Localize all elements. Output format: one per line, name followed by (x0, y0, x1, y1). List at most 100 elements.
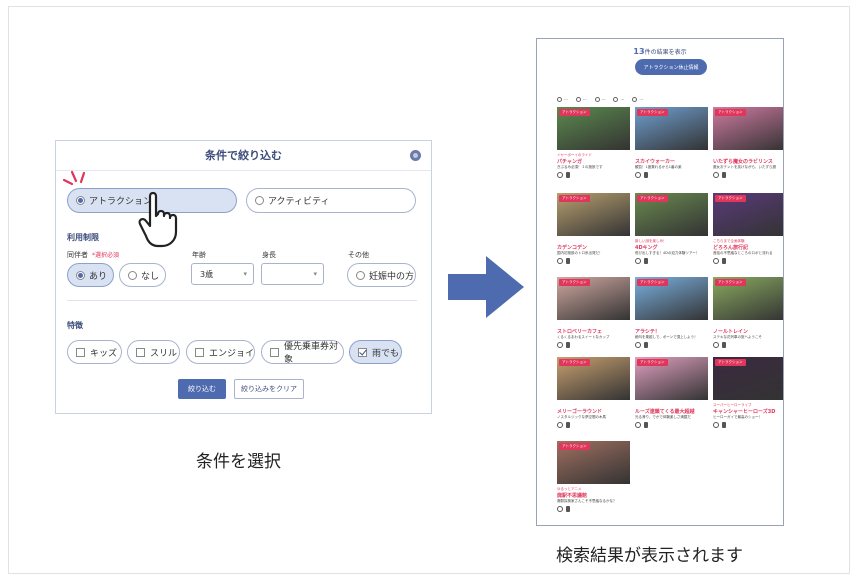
card-title[interactable]: メリーゴーラウンド (557, 408, 630, 415)
card-tag: アトラクション (559, 443, 590, 450)
card-icons (713, 422, 783, 428)
result-card[interactable]: アトラクション ゆるっとアニメ 廃駅不思議館 廃駅探検家さんこそ不思議なるかな？ (557, 441, 630, 512)
feature-priority-ticket[interactable]: 優先乗車券対象 (261, 340, 344, 365)
legend-item: ··· (632, 96, 643, 102)
result-card[interactable]: アトラクション ルーズ連鎖てくる最大超越 光る滑り、でかで体験楽しさ満載だ (635, 357, 708, 428)
result-card[interactable]: アトラクション カデンコデン 国内初施設のトロ系出発だ！ (557, 193, 630, 264)
height-select[interactable]: ▾ (261, 263, 324, 285)
card-thumbnail: アトラクション (713, 357, 783, 400)
card-tag: アトラクション (715, 359, 746, 366)
result-card[interactable]: アトラクション イヤーボーイのライド パチャンガ ぎぶるみ必須！１の施設です (557, 107, 630, 178)
companion-icon (557, 258, 563, 264)
card-description: 昔話の不思議なところのロボと流れる (713, 251, 773, 255)
required-note: *選択必須 (92, 252, 120, 259)
clear-filter-button[interactable]: 絞り込みをクリア (234, 379, 304, 399)
closure-info-button[interactable]: アトラクション休止情報 (635, 59, 707, 75)
feature-priority-ticket-label: 優先乗車券対象 (284, 342, 339, 365)
card-description: 飛び出しすぎる！4Dの迫力体験ツアー！ (635, 251, 700, 255)
person-icon (644, 258, 648, 264)
card-thumbnail: アトラクション (557, 441, 630, 484)
card-icons (635, 172, 708, 178)
companion-label-text: 同伴者 (67, 251, 88, 259)
result-card[interactable]: アトラクションいたずら魔女のラビリンス 魔女おテントを抜けながら、いたずら魔 (713, 107, 783, 178)
person-icon (644, 172, 648, 178)
card-thumbnail: アトラクション (713, 193, 783, 236)
feature-enjoy[interactable]: エンジョイ (186, 340, 255, 364)
other-label: その他 (348, 251, 369, 259)
pregnant-option[interactable]: 妊娠中の方 (347, 263, 416, 287)
tap-effect-icon (62, 170, 86, 186)
feature-rainy-ok-label: 雨でも (372, 348, 400, 359)
card-title[interactable]: パチャンガ (557, 158, 630, 165)
companion-icon (713, 258, 719, 264)
result-card[interactable]: アトラクション ストロベリーカフェ くるくるまわるスイートなカップ (557, 277, 630, 348)
checkbox-icon (195, 347, 204, 357)
result-count: 13 (633, 47, 645, 56)
usage-section-title: 利用制限 (67, 233, 99, 242)
companion-yes[interactable]: あり (67, 263, 114, 287)
card-title[interactable]: ルーズ連鎖てくる最大超越 (635, 408, 708, 415)
result-card[interactable]: アトラクション スーパーヒーローライブ キャンシャーヒーローズ3D ヒーローガイで最高… (713, 357, 783, 428)
age-value: 3歳 (200, 269, 214, 279)
legend-item: ··· (613, 96, 624, 102)
companion-icon (635, 172, 641, 178)
result-card[interactable]: アトラクション こちらまで企画体験 どろろん旅行記 昔話の不思議なところのロボと流れる (713, 193, 783, 264)
card-title[interactable]: ストロベリーカフェ (557, 328, 630, 335)
radio-icon (356, 270, 365, 280)
card-title[interactable]: スカイウォーカー (635, 158, 708, 165)
legend-dot-icon (557, 96, 562, 102)
companion-icon (557, 172, 563, 178)
arrow-right-icon (448, 256, 524, 318)
companion-icon (713, 172, 719, 178)
person-icon (644, 422, 648, 428)
option-activity-label: アクティビティ (268, 197, 330, 207)
card-icons (557, 258, 630, 264)
card-title[interactable]: アラシテ！ (635, 328, 708, 335)
feature-thrill[interactable]: スリル (127, 340, 180, 364)
legend-dot-icon (613, 96, 619, 102)
result-card[interactable]: アトラクション 新しい謎を楽しみ！ 4Dキング 飛び出しすぎる！4Dの迫力体験ツアー！ (635, 193, 708, 264)
person-icon (722, 422, 726, 428)
companion-yes-label: あり (89, 271, 108, 282)
option-activity[interactable]: アクティビティ (246, 188, 416, 213)
feature-rainy-ok[interactable]: 雨でも (349, 340, 402, 364)
card-icons (713, 342, 783, 348)
card-title[interactable]: カデンコデン (557, 244, 630, 251)
close-icon[interactable] (410, 150, 421, 161)
radio-icon (76, 196, 85, 205)
feature-kids-label: キッズ (90, 348, 118, 359)
radio-icon (255, 196, 264, 205)
card-description: ぎぶるみ必須！１の施設です (557, 165, 603, 169)
result-card[interactable]: アトラクション ノールトレイン ステキな花列車の旅へようこそ (713, 277, 783, 348)
card-tag: アトラクション (715, 109, 746, 116)
companion-icon (635, 422, 641, 428)
height-label: 身長 (262, 251, 276, 259)
result-card[interactable]: アトラクション アラシテ！ 絶叫を乗越しで、ボーンで頂上しよう！ (635, 277, 708, 348)
card-description: 国内初施設のトロ系出発だ！ (557, 251, 603, 255)
companion-icon (557, 342, 563, 348)
result-screen: 13件の結果を表示 アトラクション休止情報 ··· ··· ··· ··· ··… (536, 38, 784, 526)
result-card[interactable]: アトラクション メリーゴーラウンド ノスタルジックな夢空間の木馬 (557, 357, 630, 428)
card-description: 魔女おテントを抜けながら、いたずら魔 (713, 165, 776, 169)
chevron-down-icon: ▾ (313, 270, 317, 278)
feature-enjoy-label: エンジョイ (209, 348, 255, 359)
card-title[interactable]: 4Dキング (635, 244, 708, 251)
age-select[interactable]: 3歳 ▾ (191, 263, 254, 285)
card-title[interactable]: いたずら魔女のラビリンス (713, 158, 783, 165)
card-title[interactable]: どろろん旅行記 (713, 244, 783, 251)
card-title[interactable]: 廃駅不思議館 (557, 492, 630, 499)
legend-dot-icon (594, 96, 600, 102)
card-icons (713, 172, 783, 178)
card-thumbnail: アトラクション (635, 357, 708, 400)
card-description: ノスタルジックな夢空間の木馬 (557, 415, 606, 419)
apply-filter-button[interactable]: 絞り込む (178, 379, 226, 399)
feature-kids[interactable]: キッズ (67, 340, 122, 364)
result-card[interactable]: アトラクション スカイウォーカー 観覧！1度乗れるから1番の楽 (635, 107, 708, 178)
card-title[interactable]: キャンシャーヒーローズ3D (713, 408, 783, 415)
checkbox-icon (76, 347, 85, 357)
radio-icon (76, 270, 85, 280)
companion-no[interactable]: なし (119, 263, 166, 287)
card-title[interactable]: ノールトレイン (713, 328, 783, 335)
card-thumbnail: アトラクション (635, 107, 708, 150)
person-icon (722, 172, 726, 178)
